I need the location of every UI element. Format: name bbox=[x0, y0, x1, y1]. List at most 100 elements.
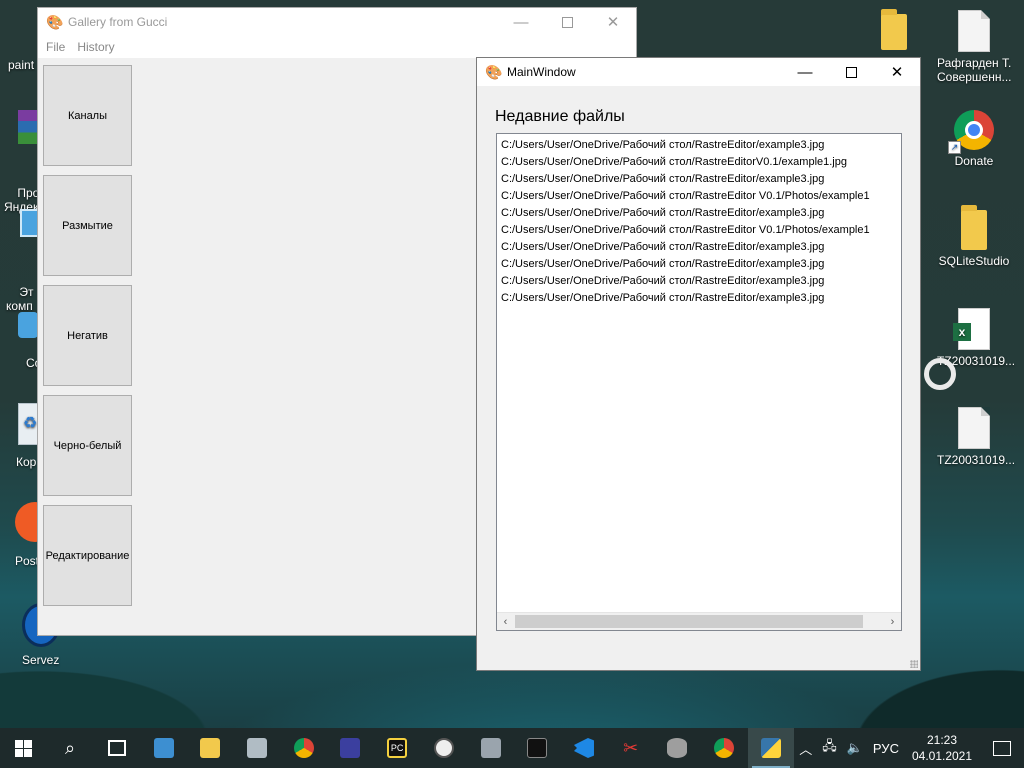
edit-button[interactable]: Редактирование bbox=[43, 505, 132, 606]
desktop-icon-label: TZ20031019... bbox=[937, 453, 1016, 467]
desktop-icon-donate[interactable]: ↗ Donate bbox=[937, 110, 1011, 168]
desktop-icon-servez[interactable]: Servez bbox=[22, 603, 60, 667]
recent-files-items: C:/Users/User/OneDrive/Рабочий стол/Rast… bbox=[501, 137, 901, 307]
desktop-icon-folder[interactable] bbox=[857, 9, 931, 54]
desktop-icon-excel[interactable]: x TZ20031019... bbox=[937, 308, 1015, 368]
desktop-icon-label: Servez bbox=[22, 653, 60, 667]
gallery-titlebar[interactable]: 🎨 Gallery from Gucci — ✕ bbox=[38, 8, 636, 36]
main-window: 🎨 MainWindow — ✕ Недавние файлы C:/Users… bbox=[476, 57, 921, 671]
close-icon: ✕ bbox=[890, 64, 904, 81]
taskbar-save-app[interactable] bbox=[327, 728, 374, 768]
desktop-icon-label: Кор bbox=[16, 455, 37, 469]
loading-spinner-icon bbox=[924, 358, 956, 390]
desktop: paint Прое Яндек Эт комп Co ♻ Кор Post S… bbox=[0, 0, 1024, 728]
folder-icon bbox=[881, 9, 907, 50]
blur-button[interactable]: Размытие bbox=[43, 175, 132, 276]
network-icon bbox=[18, 312, 38, 338]
main-titlebar[interactable]: 🎨 MainWindow — ✕ bbox=[477, 58, 920, 86]
maximize-icon bbox=[845, 66, 857, 78]
chevron-up-icon[interactable]: ︿ bbox=[794, 739, 817, 758]
list-item[interactable]: C:/Users/User/OneDrive/Рабочий стол/Rast… bbox=[501, 256, 901, 273]
desktop-icon-document[interactable]: Рафгарден Т. Совершенн... bbox=[937, 10, 1011, 84]
desktop-icon-file[interactable]: TZ20031019... bbox=[937, 407, 1016, 467]
list-item[interactable]: C:/Users/User/OneDrive/Рабочий стол/Rast… bbox=[501, 188, 901, 205]
list-item[interactable]: C:/Users/User/OneDrive/Рабочий стол/Rast… bbox=[501, 239, 901, 256]
list-item[interactable]: C:/Users/User/OneDrive/Рабочий стол/Rast… bbox=[501, 171, 901, 188]
clock-time: 21:23 bbox=[926, 733, 958, 747]
negative-button[interactable]: Негатив bbox=[43, 285, 132, 386]
volume-icon[interactable]: 🔈 bbox=[842, 740, 868, 756]
main-window-title: MainWindow bbox=[507, 65, 576, 79]
scroll-left-button[interactable]: ‹ bbox=[497, 613, 514, 630]
minimize-button[interactable]: — bbox=[498, 8, 544, 36]
desktop-icon-sqlitestudio[interactable]: SQLiteStudio bbox=[937, 205, 1011, 268]
taskbar-terminal[interactable] bbox=[514, 728, 561, 768]
desktop-icon-postman[interactable]: Post bbox=[15, 502, 55, 568]
taskbar-snipping-tool[interactable]: ✂ bbox=[607, 728, 654, 768]
taskbar-chrome-alt[interactable] bbox=[701, 728, 748, 768]
taskbar-clock-app[interactable] bbox=[420, 728, 467, 768]
scroll-right-button[interactable]: › bbox=[884, 613, 901, 630]
list-item[interactable]: C:/Users/User/OneDrive/Рабочий стол/Rast… bbox=[501, 154, 901, 171]
chevron-left-icon: ‹ bbox=[503, 615, 508, 628]
taskbar-system-tool[interactable] bbox=[234, 728, 281, 768]
taskbar-control-panel[interactable] bbox=[140, 728, 187, 768]
notifications-button[interactable] bbox=[980, 728, 1024, 768]
taskbar-chrome[interactable] bbox=[280, 728, 327, 768]
close-button[interactable]: ✕ bbox=[874, 58, 920, 86]
network-icon[interactable]: 🖧 bbox=[817, 737, 842, 759]
clock[interactable]: 21:23 04.01.2021 bbox=[904, 732, 980, 764]
pycharm-icon: PC bbox=[387, 738, 408, 758]
document-icon bbox=[958, 10, 990, 52]
recent-files-heading: Недавние файлы bbox=[495, 108, 625, 125]
recent-files-list[interactable]: C:/Users/User/OneDrive/Рабочий стол/Rast… bbox=[496, 133, 902, 631]
chrome-icon: ↗ bbox=[948, 110, 994, 154]
channels-button[interactable]: Каналы bbox=[43, 65, 132, 166]
close-icon: ✕ bbox=[606, 14, 620, 31]
taskbar-calculator[interactable] bbox=[467, 728, 514, 768]
menu-file[interactable]: File bbox=[42, 40, 73, 54]
search-button[interactable]: ⌕ bbox=[47, 728, 94, 768]
taskbar-pycharm[interactable]: PC bbox=[374, 728, 421, 768]
horizontal-scrollbar[interactable]: ‹ › bbox=[497, 612, 901, 630]
scroll-thumb[interactable] bbox=[515, 615, 863, 628]
control-panel-icon bbox=[153, 738, 174, 758]
minimize-button[interactable]: — bbox=[782, 58, 828, 86]
desktop-icon-label: paint bbox=[8, 58, 35, 72]
desktop-icon-label: SQLiteStudio bbox=[938, 254, 1010, 268]
taskbar-python[interactable] bbox=[747, 728, 795, 768]
desktop-icon-recycle-bin[interactable]: ♻ Кор bbox=[16, 403, 42, 469]
gallery-window-title: Gallery from Gucci bbox=[68, 15, 168, 29]
folder-icon bbox=[200, 738, 221, 758]
system-tray: ︿ 🖧 🔈 РУС 21:23 04.01.2021 bbox=[794, 728, 1024, 768]
list-item[interactable]: C:/Users/User/OneDrive/Рабочий стол/Rast… bbox=[501, 222, 901, 239]
task-view-icon bbox=[107, 740, 126, 756]
notification-icon bbox=[993, 740, 1012, 756]
close-button[interactable]: ✕ bbox=[590, 8, 636, 36]
vscode-icon bbox=[573, 738, 594, 758]
list-item[interactable]: C:/Users/User/OneDrive/Рабочий стол/Rast… bbox=[501, 273, 901, 290]
floppy-icon bbox=[340, 738, 361, 758]
taskbar-database-tool[interactable] bbox=[654, 728, 701, 768]
maximize-button[interactable] bbox=[544, 8, 590, 36]
calculator-icon bbox=[480, 738, 501, 758]
maximize-button[interactable] bbox=[828, 58, 874, 86]
folder-icon bbox=[961, 205, 987, 250]
list-item[interactable]: C:/Users/User/OneDrive/Рабочий стол/Rast… bbox=[501, 290, 901, 307]
list-item[interactable]: C:/Users/User/OneDrive/Рабочий стол/Rast… bbox=[501, 205, 901, 222]
taskbar-vscode[interactable] bbox=[561, 728, 608, 768]
desktop-icon-label: Donate bbox=[954, 154, 994, 168]
menu-history[interactable]: History bbox=[73, 40, 122, 54]
language-indicator[interactable]: РУС bbox=[868, 741, 904, 756]
list-item[interactable]: C:/Users/User/OneDrive/Рабочий стол/Rast… bbox=[501, 137, 901, 154]
taskbar-file-explorer[interactable] bbox=[187, 728, 234, 768]
palette-icon: 🎨 bbox=[46, 14, 64, 30]
start-button[interactable] bbox=[0, 728, 47, 768]
desktop-icon-paint[interactable]: paint bbox=[8, 58, 34, 72]
black-white-button[interactable]: Черно-белый bbox=[43, 395, 132, 496]
terminal-icon bbox=[527, 738, 548, 758]
maximize-icon bbox=[561, 16, 573, 28]
resize-grip-icon[interactable] bbox=[910, 660, 918, 668]
task-view-button[interactable] bbox=[93, 728, 140, 768]
clock-icon bbox=[433, 738, 454, 758]
